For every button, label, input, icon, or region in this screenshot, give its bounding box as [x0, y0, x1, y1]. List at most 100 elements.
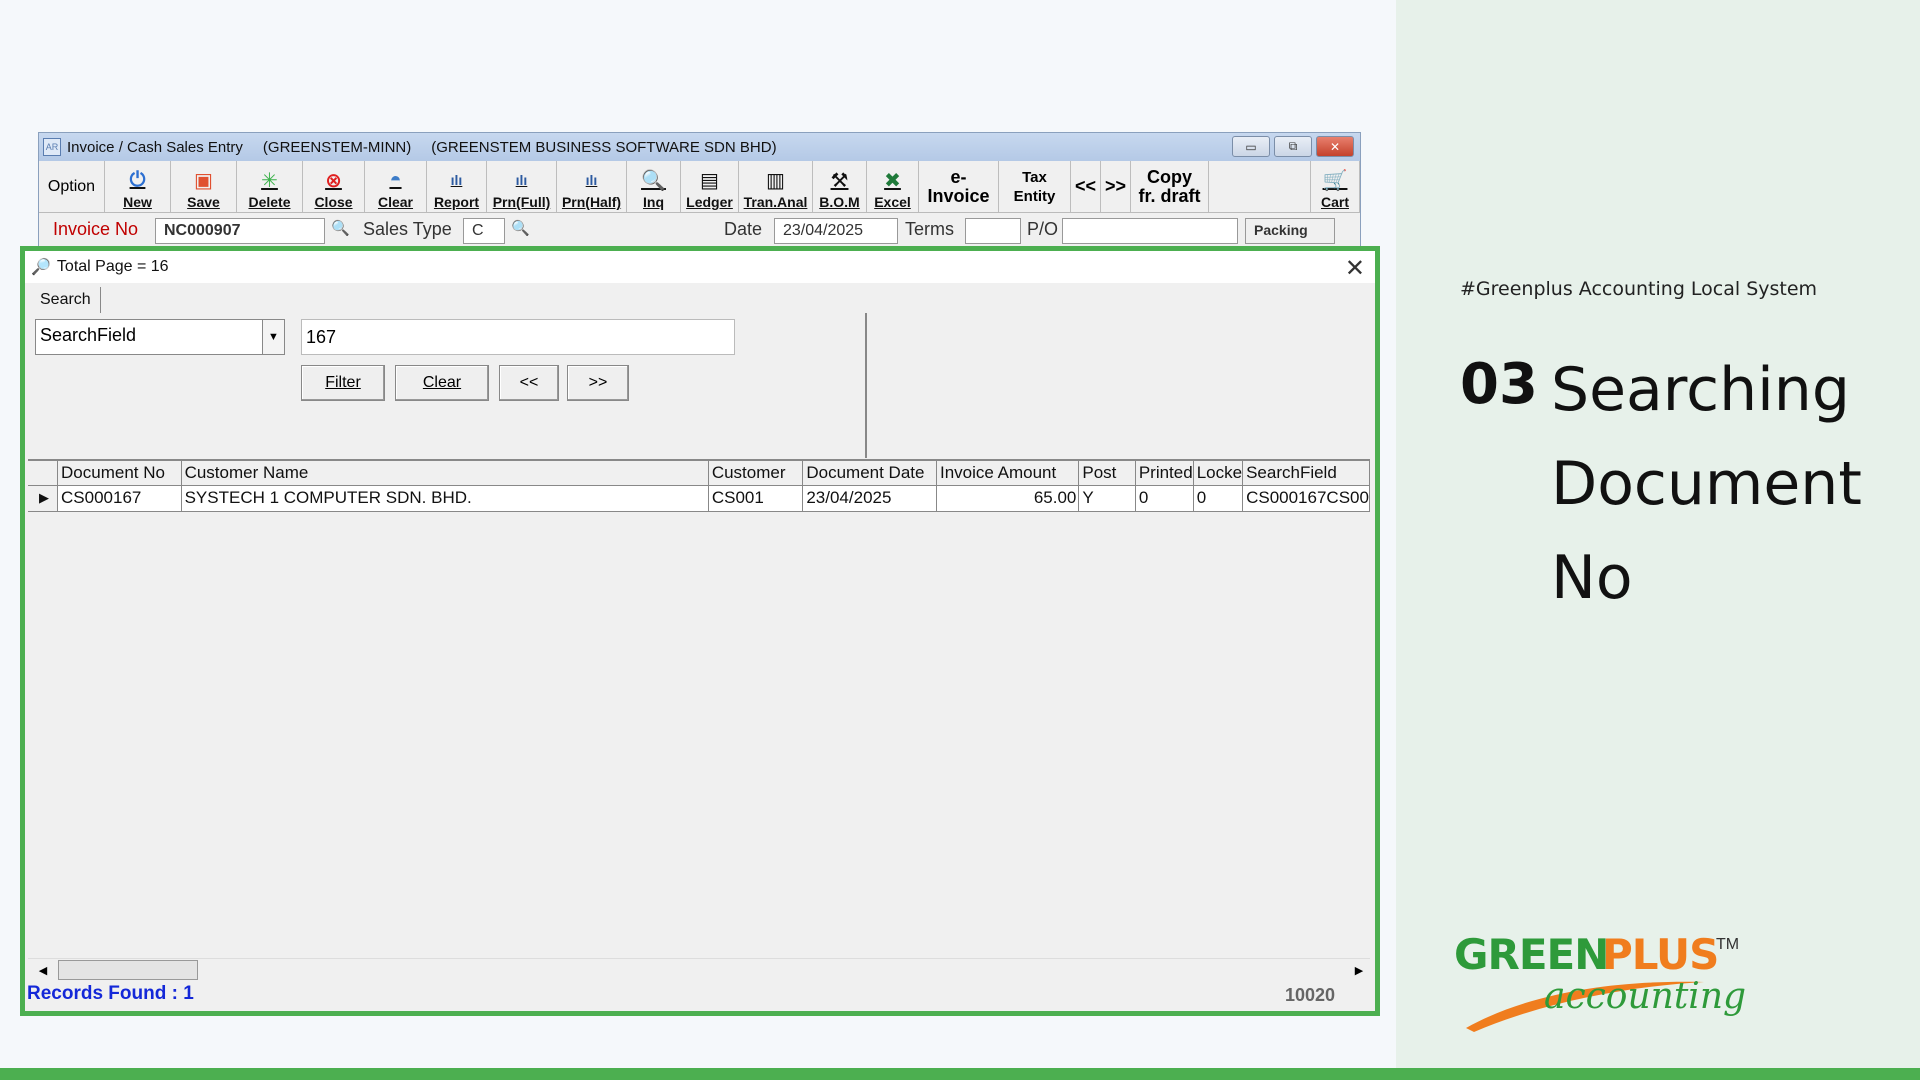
power-icon: ⏻ — [129, 168, 146, 191]
dialog-title: Total Page = 16 — [56, 258, 169, 275]
logo-green-text: GREEN — [1454, 930, 1609, 979]
bom-button[interactable]: ⚒ B.O.M — [813, 161, 867, 212]
row-indicator-header — [28, 461, 59, 486]
column-header[interactable]: Document No — [57, 461, 182, 486]
clear-filter-button[interactable]: Clear — [395, 365, 489, 401]
invoice-title-bar: AR Invoice / Cash Sales Entry (GREENSTEM… — [39, 133, 1360, 161]
cart-icon: 🛒 — [1322, 169, 1348, 192]
cart-button[interactable]: 🛒 Cart — [1310, 161, 1360, 212]
invoice-no-label: Invoice No — [53, 219, 139, 239]
scroll-right-icon[interactable]: ▶ — [1350, 961, 1368, 979]
table-cell: CS001 — [708, 485, 804, 512]
tax-entity-button[interactable]: Tax Entity — [999, 161, 1071, 212]
new-button[interactable]: ⏻ New — [105, 161, 171, 212]
excel-icon: ✖ — [884, 169, 901, 192]
window-title: Invoice / Cash Sales Entry — [67, 138, 243, 156]
column-header[interactable]: Invoice Amount — [936, 461, 1080, 486]
excel-button[interactable]: ✖ Excel — [867, 161, 919, 212]
ledger-button[interactable]: ▤ Ledger — [681, 161, 739, 212]
column-header[interactable]: Document Date — [802, 461, 937, 486]
table-cell: CS000167 — [57, 485, 182, 512]
search-input[interactable] — [301, 319, 735, 355]
horizontal-scrollbar[interactable]: ◀ ▶ — [28, 958, 1370, 980]
next-page-button[interactable]: >> — [567, 365, 629, 401]
results-grid: Document No Customer Name Customer Docum… — [28, 459, 1370, 959]
minimize-button[interactable]: ▭ — [1232, 136, 1270, 157]
po-field[interactable] — [1062, 218, 1238, 244]
next-record-button[interactable]: >> — [1101, 161, 1131, 212]
step-title: Searching Document No — [1551, 355, 1862, 613]
app-icon: AR — [43, 138, 61, 156]
inquiry-button[interactable]: 🔍 Inq — [627, 161, 681, 212]
scroll-left-icon[interactable]: ◀ — [34, 961, 52, 979]
terms-field[interactable] — [965, 218, 1021, 244]
print-full-button[interactable]: ılı Prn(Full) — [487, 161, 557, 212]
sales-type-lookup-icon[interactable]: 🔍 — [511, 219, 530, 237]
column-header[interactable]: Customer — [708, 461, 804, 486]
column-header[interactable]: Customer Name — [181, 461, 709, 486]
tools-icon: ⚒ — [830, 169, 849, 192]
table-cell: 0 — [1135, 485, 1194, 512]
search-dialog: 🔎 Total Page = 16 ✕ Search SearchField ▼… — [20, 246, 1380, 1016]
sales-type-label: Sales Type — [363, 219, 452, 239]
table-cell: Y — [1078, 485, 1136, 512]
table-cell: CS000167CS00 — [1242, 485, 1370, 512]
row-pointer-icon: ▶ — [28, 485, 59, 512]
sales-type-field[interactable]: C — [463, 218, 505, 244]
column-header[interactable]: Post — [1078, 461, 1136, 486]
restore-button[interactable]: ⧉ — [1274, 136, 1312, 157]
column-header[interactable]: SearchField — [1242, 461, 1370, 486]
analysis-icon: ▥ — [766, 169, 785, 192]
copy-draft-button[interactable]: Copy fr. draft — [1131, 161, 1209, 212]
table-cell: 23/04/2025 — [802, 485, 937, 512]
packing-button[interactable]: Packing — [1245, 218, 1335, 244]
option-menu[interactable]: Option — [39, 161, 105, 212]
dialog-close-icon[interactable]: ✕ — [1345, 254, 1365, 283]
date-label: Date — [724, 219, 763, 239]
scrollbar-thumb[interactable] — [58, 960, 198, 980]
invoice-header-fields: Invoice No NC000907 🔍 Sales Type C 🔍 Dat… — [39, 213, 1360, 247]
tab-search[interactable]: Search — [31, 287, 101, 313]
invoice-no-field[interactable]: NC000907 — [155, 218, 325, 244]
tran-anal-button[interactable]: ▥ Tran.Anal — [739, 161, 813, 212]
step-number: 03 — [1460, 352, 1538, 417]
report-icon: ılı — [450, 172, 463, 188]
save-button[interactable]: ▣ Save — [171, 161, 237, 212]
clear-button[interactable]: ◓ Clear — [365, 161, 427, 212]
dialog-title-bar: 🔎 Total Page = 16 ✕ — [25, 251, 1375, 283]
table-header-row: Document No Customer Name Customer Docum… — [28, 461, 1370, 486]
invoice-lookup-icon[interactable]: 🔍 — [331, 219, 350, 237]
print-full-icon: ılı — [515, 172, 528, 188]
prev-record-button[interactable]: << — [1071, 161, 1101, 212]
print-half-icon: ılı — [585, 172, 598, 188]
greenplus-logo: GREEN PLUS TM accounting — [1454, 928, 1774, 1038]
date-field[interactable]: 23/04/2025 — [774, 218, 898, 244]
prev-page-button[interactable]: << — [499, 365, 559, 401]
po-label: P/O — [1027, 219, 1059, 239]
chevron-down-icon[interactable]: ▼ — [262, 320, 284, 354]
window-close-button[interactable]: ✕ — [1316, 136, 1354, 157]
delete-button[interactable]: ✳ Delete — [237, 161, 303, 212]
print-half-button[interactable]: ılı Prn(Half) — [557, 161, 627, 212]
tab-bar: Search — [25, 283, 1375, 313]
einvoice-button[interactable]: e-Invoice — [919, 161, 999, 212]
filter-button[interactable]: Filter — [301, 365, 385, 401]
search-field-select[interactable]: SearchField ▼ — [35, 319, 285, 355]
logo-plus-text: PLUS — [1602, 930, 1719, 979]
inquiry-icon: 🔍 — [641, 169, 666, 192]
search-field-value: SearchField — [40, 325, 137, 345]
column-header[interactable]: Printed — [1135, 461, 1194, 486]
column-header[interactable]: Locke — [1193, 461, 1244, 486]
info-panel: #Greenplus Accounting Local System 03 Se… — [1396, 0, 1920, 1068]
status-code: 10020 — [1284, 985, 1335, 1005]
records-found: Records Found : 1 — [27, 983, 194, 1004]
delete-icon: ✳ — [261, 169, 278, 192]
close-button[interactable]: ⊗ Close — [303, 161, 365, 212]
close-icon: ⊗ — [325, 169, 342, 192]
logo-accounting-text: accounting — [1544, 976, 1747, 1017]
terms-label: Terms — [905, 219, 954, 239]
window-company: (GREENSTEM BUSINESS SOFTWARE SDN BHD) — [431, 138, 777, 156]
table-row[interactable]: ▶ CS000167 SYSTECH 1 COMPUTER SDN. BHD. … — [28, 485, 1370, 512]
report-button[interactable]: ılı Report — [427, 161, 487, 212]
logo-tm: TM — [1716, 936, 1740, 953]
